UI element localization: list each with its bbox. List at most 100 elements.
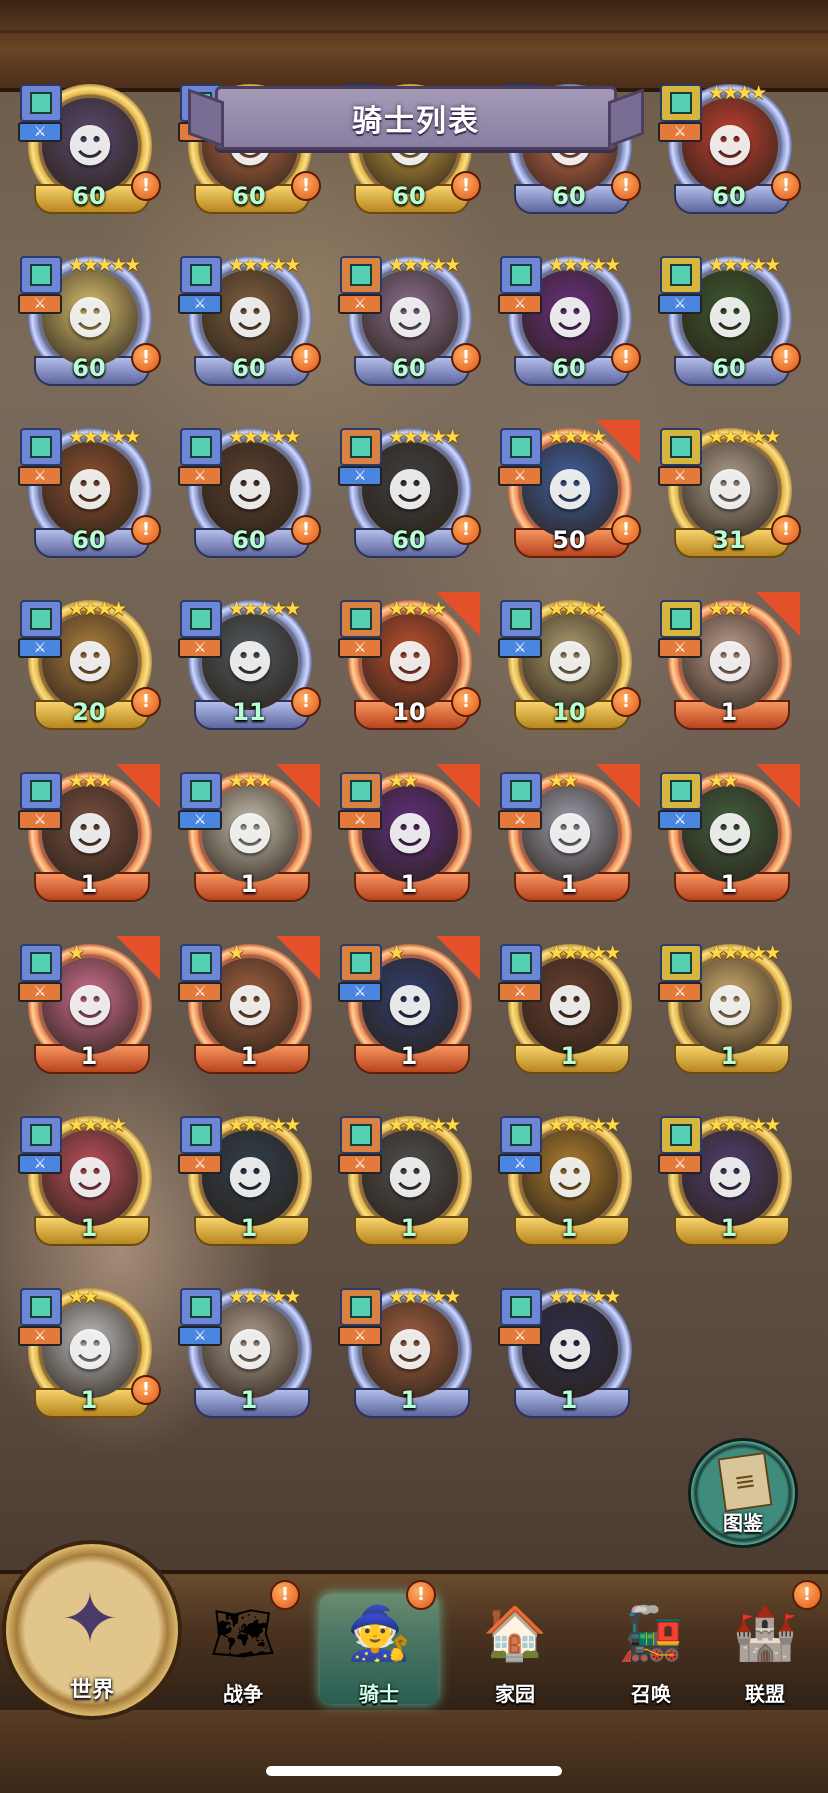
- knight-card[interactable]: ☻ ★★★ ⚔ 1: [178, 760, 320, 910]
- class-badge-icon: [500, 944, 542, 982]
- knight-level: 1: [560, 1214, 578, 1242]
- nav-tab-war[interactable]: 🗺 战争 !: [184, 1580, 302, 1706]
- knight-level: 1: [560, 870, 578, 898]
- knight-card[interactable]: ☻ ★★★★★ ⚔ 1: [178, 1276, 318, 1426]
- knight-card[interactable]: ☻ ★★★★★ ⚔ 11!: [178, 588, 321, 738]
- role-tag-icon: ⚔: [498, 1154, 542, 1174]
- knight-card[interactable]: ☻ ★★★★★ ⚔ 31!: [658, 416, 801, 566]
- alert-icon: !: [131, 1375, 161, 1405]
- star-rating: ★★★★: [68, 598, 127, 620]
- alert-icon: !: [611, 687, 641, 717]
- alert-icon: !: [131, 515, 161, 545]
- knight-card[interactable]: ☻ ★★ ⚔ 1: [658, 760, 800, 910]
- knight-card[interactable]: ☻ ★★★★★ ⚔ 60!: [338, 244, 481, 394]
- star-rating: ★★★★★: [228, 254, 301, 276]
- knight-card[interactable]: ☻ ★★★★★ ⚔ 1: [338, 1104, 478, 1254]
- class-badge-icon: [660, 600, 702, 638]
- knight-card[interactable]: ☻ ★★★★★ ⚔ 60!: [498, 244, 641, 394]
- knight-card[interactable]: ☻ ★★★★★ ⚔ 1: [658, 932, 798, 1082]
- knight-level: 1: [240, 1386, 258, 1414]
- star-rating: ★★★: [708, 598, 753, 620]
- world-button[interactable]: ✦ 世界: [2, 1540, 182, 1720]
- knight-card[interactable]: ☻ ★★★★ ⚔ 50!: [498, 416, 641, 566]
- class-badge-icon: [180, 256, 222, 294]
- knight-card[interactable]: ☻ ★★★★★ ⚔ 1: [338, 1276, 478, 1426]
- role-tag-icon: ⚔: [338, 982, 382, 1002]
- knight-card[interactable]: ☻★★★★⚔60!: [658, 72, 801, 222]
- role-tag-icon: ⚔: [178, 982, 222, 1002]
- alert-icon: !: [451, 343, 481, 373]
- class-glyph-icon: [670, 1124, 692, 1146]
- nav-tab-alliance[interactable]: 🏰 联盟 !: [706, 1580, 824, 1706]
- class-glyph-icon: [30, 92, 52, 114]
- star-rating: ★★★★★: [708, 254, 781, 276]
- class-badge-icon: [660, 1116, 702, 1154]
- knight-card[interactable]: ☻ ★★★★★ ⚔ 1: [498, 932, 638, 1082]
- class-badge-icon: [180, 772, 222, 810]
- class-badge-icon: [340, 1116, 382, 1154]
- dex-button[interactable]: ≡ 图鉴: [688, 1438, 798, 1548]
- knight-card[interactable]: ☻ ★★★★★ ⚔ 60!: [338, 416, 481, 566]
- star-rating: ★★★★★: [548, 942, 621, 964]
- star-rating: ★★★★: [548, 598, 607, 620]
- class-badge-icon: [660, 428, 702, 466]
- nav-tab-knight[interactable]: 🧙 骑士 !: [320, 1580, 438, 1706]
- knight-card[interactable]: ☻ ★★ ⚔ 1: [498, 760, 640, 910]
- knight-card[interactable]: ☻ ★★★★ ⚔ 10!: [498, 588, 641, 738]
- knight-card[interactable]: ☻ ★★★★★ ⚔ 1: [178, 1104, 318, 1254]
- nav-label: 联盟: [745, 1682, 785, 1706]
- class-badge-icon: [660, 772, 702, 810]
- role-tag-icon: ⚔: [18, 122, 62, 142]
- home-indicator[interactable]: [266, 1766, 562, 1776]
- star-rating: ★★: [548, 770, 579, 792]
- bottom-wood-frame: [0, 1710, 828, 1793]
- class-badge-icon: [20, 256, 62, 294]
- knight-card[interactable]: ☻ ★★★ ⚔ 1: [18, 760, 160, 910]
- knight-card[interactable]: ☻ ★★★★★ ⚔ 60!: [178, 416, 321, 566]
- knight-card[interactable]: ☻ ★★ ⚔ 1: [338, 760, 480, 910]
- nav-tab-home[interactable]: 🏠 家园: [456, 1594, 574, 1707]
- knight-level: 1: [720, 1042, 738, 1070]
- class-badge-icon: [180, 944, 222, 982]
- role-tag-icon: ⚔: [338, 1326, 382, 1346]
- knight-card[interactable]: ☻ ★★★★★ ⚔ 60!: [18, 244, 161, 394]
- knight-card[interactable]: ☻ ★ ⚔ 1: [178, 932, 320, 1082]
- knight-card[interactable]: ☻ ★★ ⚔ 1!: [18, 1276, 161, 1426]
- class-badge-icon: [500, 1116, 542, 1154]
- knight-card[interactable]: ☻ ★★★ ⚔ 1: [658, 588, 800, 738]
- alert-icon: !: [611, 343, 641, 373]
- class-badge-icon: [500, 1288, 542, 1326]
- star-rating: ★★★★★: [388, 1114, 461, 1136]
- class-badge-icon: [500, 772, 542, 810]
- star-rating: ★★★★★: [548, 1286, 621, 1308]
- knight-card[interactable]: ☻ ★★★★★ ⚔ 60!: [18, 416, 161, 566]
- role-tag-icon: ⚔: [338, 294, 382, 314]
- knight-card[interactable]: ☻ ★★★★ ⚔ 20!: [18, 588, 161, 738]
- class-glyph-icon: [190, 952, 212, 974]
- nav-tab-summon[interactable]: 🚂 召唤: [592, 1594, 710, 1707]
- scroll-icon: ≡: [717, 1451, 773, 1513]
- knight-card[interactable]: ☻ ★★★★★ ⚔ 1: [658, 1104, 798, 1254]
- knight-card[interactable]: ☻ ★★★★ ⚔ 1: [18, 1104, 158, 1254]
- class-glyph-icon: [30, 436, 52, 458]
- knight-card[interactable]: ☻ ★ ⚔ 1: [18, 932, 160, 1082]
- title-banner: 骑士列表: [215, 86, 617, 150]
- knight-card[interactable]: ☻ ★★★★★ ⚔ 60!: [658, 244, 801, 394]
- knight-level: 1: [240, 870, 258, 898]
- class-glyph-icon: [510, 1296, 532, 1318]
- knight-card[interactable]: ☻ ★★★★★ ⚔ 1: [498, 1276, 638, 1426]
- knight-card[interactable]: ☻ ★ ⚔ 1: [338, 932, 480, 1082]
- alert-icon: !: [291, 515, 321, 545]
- role-tag-icon: ⚔: [498, 294, 542, 314]
- class-badge-icon: [20, 84, 62, 122]
- class-badge-icon: [20, 1288, 62, 1326]
- knight-card[interactable]: ☻⚔60!: [18, 72, 161, 222]
- alert-icon: !: [611, 171, 641, 201]
- alert-icon: !: [131, 171, 161, 201]
- role-tag-icon: ⚔: [658, 294, 702, 314]
- knight-card[interactable]: ☻ ★★★★★ ⚔ 1: [498, 1104, 638, 1254]
- role-tag-icon: ⚔: [18, 466, 62, 486]
- knight-card[interactable]: ☻ ★★★★★ ⚔ 60!: [178, 244, 321, 394]
- knight-card[interactable]: ☻ ★★★★ ⚔ 10!: [338, 588, 481, 738]
- class-badge-icon: [340, 1288, 382, 1326]
